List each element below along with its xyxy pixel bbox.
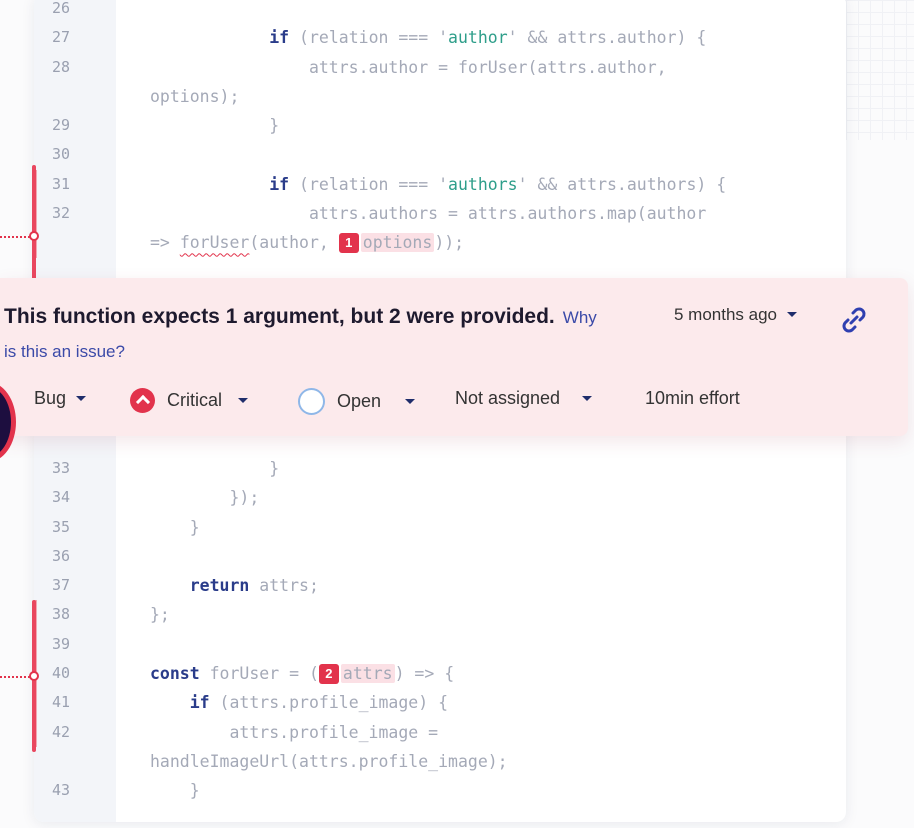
code-text: if (relation === 'authors' && attrs.auth… [269, 174, 727, 194]
connector-dot-1[interactable] [29, 231, 39, 241]
open-circle-icon [298, 388, 325, 415]
line-number: 32 [52, 204, 71, 223]
code-line: handleImageUrl(attrs.profile_image); [34, 747, 846, 776]
line-number: 42 [52, 722, 71, 741]
code-text: }); [150, 488, 260, 508]
code-text: }; [150, 605, 170, 625]
chevron-down-icon [238, 398, 249, 403]
effort-label: 10min effort [645, 388, 740, 409]
code-line: 33 } [34, 454, 846, 483]
line-number: 41 [52, 693, 71, 712]
code-line: 42 attrs.profile_image = [34, 717, 846, 747]
status-dropdown[interactable]: Open [298, 388, 416, 415]
issue-type: Bug [34, 388, 67, 408]
code-text: attrs.author = forUser(attrs.author, [150, 57, 667, 77]
code-line: 36 [34, 542, 846, 571]
issue-panel: This function expects 1 argument, but 2 … [0, 278, 908, 436]
issue-message-text: This function expects 1 argument, but 2 … [4, 305, 555, 328]
severity-dropdown[interactable]: Critical [130, 388, 249, 413]
severity-label: Critical [167, 390, 223, 410]
code-line: 32 attrs.authors = attrs.authors.map(aut… [34, 199, 846, 229]
code-text: attrs.authors = attrs.authors.map(author [150, 204, 707, 224]
code-text: const forUser = (2 attrs) => { [150, 664, 455, 685]
connector-line-2 [0, 676, 30, 678]
code-line: 43 } [34, 776, 846, 805]
line-number: 36 [52, 546, 71, 565]
chevron-down-icon [582, 396, 593, 401]
code-block-top: 26 27 if (relation === 'author' && attrs.… [34, 0, 846, 258]
code-text: handleImageUrl(attrs.profile_image); [150, 751, 508, 771]
line-number: 30 [52, 145, 71, 164]
code-line: => forUser(author, 1 options)); [34, 228, 846, 258]
code-line: 31 if (relation === 'authors' && attrs.a… [34, 169, 846, 200]
line-number: 37 [52, 576, 71, 595]
code-text: } [150, 116, 280, 136]
code-line: 26 [34, 0, 846, 23]
code-text: => forUser(author, 1 options)); [150, 233, 465, 254]
line-number: 29 [52, 116, 71, 135]
issue-age: 5 months ago [674, 305, 778, 324]
code-text: options); [150, 86, 240, 106]
code-line: options); [34, 82, 846, 111]
grid-background [834, 0, 914, 140]
assignee-label: Not assigned [455, 388, 561, 408]
issue-age-dropdown[interactable]: 5 months ago [674, 305, 798, 325]
status-label: Open [337, 391, 382, 411]
code-text: attrs.profile_image = [150, 722, 439, 742]
line-number: 26 [52, 0, 71, 17]
line-number: 27 [52, 28, 71, 47]
issue-type-dropdown[interactable]: Bug [34, 388, 87, 409]
code-line: 39 [34, 629, 846, 660]
code-line: 38}; [34, 600, 846, 630]
code-line: 41 if (attrs.profile_image) { [34, 688, 846, 718]
code-text: if (attrs.profile_image) { [189, 693, 449, 713]
effort-text: 10min effort [645, 388, 740, 408]
code-line: 40 const forUser = (2 attrs) => { [34, 659, 846, 689]
issue-location-bar-1 [32, 165, 36, 285]
line-number: 35 [52, 517, 71, 536]
assignee-dropdown[interactable]: Not assigned [455, 388, 593, 409]
code-line: 37 return attrs; [34, 571, 846, 600]
code-line: 35 } [34, 513, 846, 542]
code-text: } [150, 517, 200, 537]
code-text: } [150, 781, 200, 801]
issue-message[interactable]: This function expects 1 argument, but 2 … [4, 300, 604, 368]
line-number: 39 [52, 634, 71, 653]
code-block-bottom: 33 } 34 }); 35 } 36 37 return attrs; 38}; 39 40… [34, 454, 846, 806]
line-number: 28 [52, 57, 71, 76]
line-number: 34 [52, 488, 71, 507]
code-line: 29 } [34, 111, 846, 140]
chevron-down-icon [787, 312, 798, 317]
code-line: 28 attrs.author = forUser(attrs.author, [34, 53, 846, 82]
code-line: 34 }); [34, 483, 846, 512]
line-number: 38 [52, 605, 71, 624]
connector-dot-2[interactable] [29, 671, 39, 681]
chevron-down-icon [76, 396, 87, 401]
line-number: 40 [52, 664, 71, 683]
code-line: 30 [34, 140, 846, 169]
line-number: 43 [52, 781, 71, 800]
line-number: 31 [52, 174, 71, 193]
connector-line-1 [0, 236, 30, 238]
code-text: return attrs; [189, 576, 319, 596]
link-icon[interactable] [838, 304, 870, 336]
code-text: } [150, 459, 280, 478]
line-number: 33 [52, 459, 71, 477]
chevron-down-icon [405, 399, 416, 404]
code-text: if (relation === 'author' && attrs.autho… [269, 28, 707, 48]
critical-chevron-up-icon [130, 388, 155, 413]
code-line: 27 if (relation === 'author' && attrs.au… [34, 23, 846, 52]
